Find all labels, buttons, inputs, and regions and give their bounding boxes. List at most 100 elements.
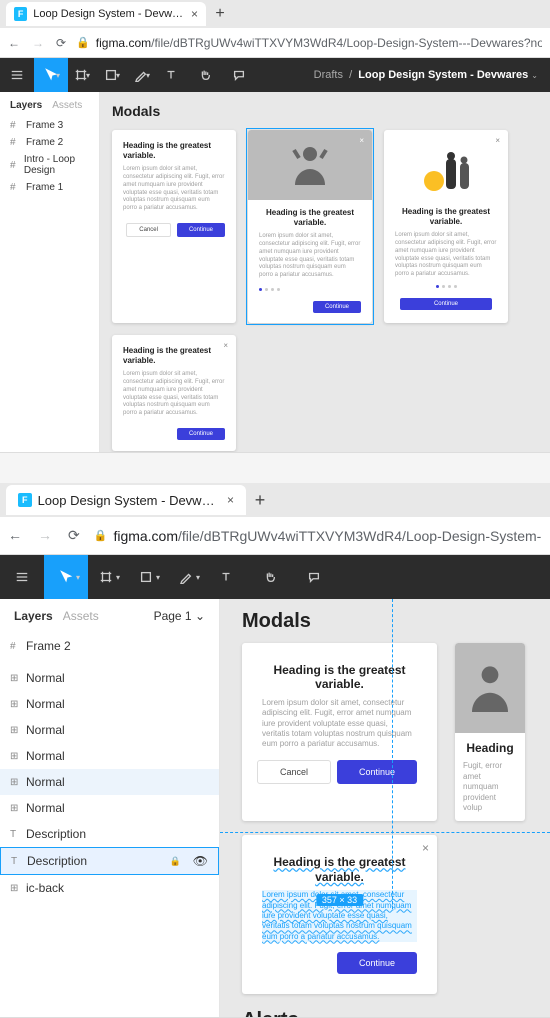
cancel-button[interactable]: Cancel bbox=[126, 223, 171, 237]
reload-icon[interactable]: ⟳ bbox=[56, 36, 66, 50]
frame-tool-icon[interactable] bbox=[64, 58, 98, 92]
modal-body: Lorem ipsum dolor sit amet, consectetur … bbox=[262, 698, 417, 750]
close-icon[interactable]: × bbox=[223, 341, 228, 350]
layer-item[interactable]: ⊞Normal bbox=[0, 691, 219, 717]
continue-button[interactable]: Continue bbox=[313, 301, 361, 313]
layers-tab[interactable]: Layers bbox=[14, 609, 53, 623]
modal-card[interactable]: Heading is the greatest variable. Lorem … bbox=[112, 130, 236, 323]
file-name[interactable]: Loop Design System - Devwares bbox=[358, 69, 528, 81]
carousel-dots bbox=[259, 288, 361, 291]
reload-icon[interactable]: ⟳ bbox=[68, 527, 80, 544]
chevron-down-icon[interactable]: ⌄ bbox=[531, 71, 538, 80]
shape-tool-icon[interactable] bbox=[94, 58, 128, 92]
continue-button[interactable]: Continue bbox=[337, 760, 417, 784]
layer-item[interactable]: ⊞Normal bbox=[0, 769, 219, 795]
url-path: /file/dBTRgUWv4wiTTXVYM3WdR4/Loop-Design… bbox=[178, 528, 542, 544]
close-icon[interactable]: × bbox=[359, 136, 364, 145]
menu-icon[interactable] bbox=[0, 555, 44, 599]
layer-item[interactable]: ⊞Normal bbox=[0, 717, 219, 743]
canvas[interactable]: Modals Heading is the greatest variable.… bbox=[220, 599, 550, 1017]
layer-item[interactable]: ⊞Normal bbox=[0, 795, 219, 821]
pen-tool-icon[interactable] bbox=[164, 555, 208, 599]
layer-frame2[interactable]: #Frame 2 bbox=[0, 633, 219, 659]
back-icon[interactable]: ← bbox=[8, 527, 22, 544]
visibility-icon[interactable]: 👁 bbox=[193, 854, 208, 868]
figma-favicon: F bbox=[18, 493, 32, 507]
layers-tab[interactable]: Layers bbox=[10, 100, 42, 111]
text-tool-icon[interactable] bbox=[204, 555, 248, 599]
chevron-down-icon[interactable]: ▾ bbox=[116, 71, 120, 80]
move-tool-icon[interactable] bbox=[34, 58, 68, 92]
continue-button[interactable]: Continue bbox=[337, 952, 417, 974]
chevron-down-icon[interactable]: ▾ bbox=[86, 71, 90, 80]
close-tab-icon[interactable]: × bbox=[227, 493, 234, 507]
modal-card-image[interactable]: Heading Fugit, error amet numquam provid… bbox=[455, 643, 525, 821]
breadcrumb[interactable]: Drafts / Loop Design System - Devwares ⌄ bbox=[302, 69, 550, 81]
hero-image bbox=[455, 643, 525, 733]
close-tab-icon[interactable]: × bbox=[191, 7, 198, 21]
address-bar[interactable]: 🔒 figma.com/file/dBTRgUWv4wiTTXVYM3WdR4/… bbox=[94, 528, 542, 544]
layer-frame1[interactable]: #Frame 1 bbox=[0, 179, 99, 196]
figma-favicon: F bbox=[14, 7, 27, 21]
modal-card-image[interactable]: × Heading is the greatest variable. Lore… bbox=[248, 130, 372, 323]
chevron-down-icon[interactable]: ▾ bbox=[196, 573, 200, 582]
new-tab-button[interactable]: + bbox=[210, 5, 230, 23]
continue-button[interactable]: Continue bbox=[177, 428, 225, 440]
modal-card[interactable]: × Heading is the greatest variable. Lore… bbox=[242, 835, 437, 994]
guide-horizontal bbox=[220, 832, 550, 833]
close-icon[interactable]: × bbox=[422, 841, 429, 855]
canvas[interactable]: Modals Heading is the greatest variable.… bbox=[100, 92, 550, 452]
chevron-down-icon[interactable]: ▾ bbox=[76, 573, 80, 582]
group-icon: ⊞ bbox=[10, 751, 20, 762]
modal-heading: Heading is the greatest variable. bbox=[395, 207, 497, 226]
layer-frame3[interactable]: #Frame 3 bbox=[0, 117, 99, 134]
chevron-down-icon[interactable]: ▾ bbox=[116, 573, 120, 582]
pen-tool-icon[interactable] bbox=[124, 58, 158, 92]
frame-icon: # bbox=[10, 160, 18, 171]
chevron-down-icon[interactable]: ▾ bbox=[156, 573, 160, 582]
text-tool-icon[interactable] bbox=[154, 58, 188, 92]
chevron-down-icon[interactable]: ▾ bbox=[56, 71, 60, 80]
modal-body: Lorem ipsum dolor sit amet, consectetur … bbox=[123, 371, 225, 418]
layer-description-selected[interactable]: T Description 🔒 👁 bbox=[0, 847, 219, 875]
browser-tab-bar: F Loop Design System - Devwares × + bbox=[0, 0, 550, 28]
modal-body: Fugit, error amet numquam provident volu… bbox=[463, 761, 517, 813]
browser-tab[interactable]: F Loop Design System - Devwares × bbox=[6, 485, 246, 515]
page-dropdown[interactable]: Page 1 ⌄ bbox=[154, 609, 205, 623]
close-icon[interactable]: × bbox=[495, 136, 500, 145]
modal-card-graphic[interactable]: × Heading is the greatest variable. Lore… bbox=[384, 130, 508, 323]
hand-tool-icon[interactable] bbox=[248, 555, 292, 599]
lock-icon[interactable]: 🔒 bbox=[170, 856, 181, 867]
new-tab-button[interactable]: + bbox=[250, 490, 270, 511]
layer-item[interactable]: ⊞Normal bbox=[0, 743, 219, 769]
move-tool-icon[interactable] bbox=[44, 555, 88, 599]
guide-vertical bbox=[392, 599, 393, 909]
continue-button[interactable]: Continue bbox=[400, 298, 492, 310]
continue-button[interactable]: Continue bbox=[177, 223, 225, 237]
cancel-button[interactable]: Cancel bbox=[257, 760, 331, 784]
layer-intro[interactable]: #Intro - Loop Design bbox=[0, 151, 99, 179]
forward-icon[interactable]: → bbox=[38, 527, 52, 544]
layer-icback[interactable]: ⊞ic-back bbox=[0, 875, 219, 901]
menu-icon[interactable] bbox=[0, 58, 34, 92]
assets-tab[interactable]: Assets bbox=[52, 100, 82, 111]
comment-tool-icon[interactable] bbox=[222, 58, 256, 92]
shape-tool-icon[interactable] bbox=[124, 555, 168, 599]
address-bar[interactable]: 🔒 figma.com/file/dBTRgUWv4wiTTXVYM3WdR4/… bbox=[76, 36, 542, 50]
frame-tool-icon[interactable] bbox=[84, 555, 128, 599]
browser-tab[interactable]: F Loop Design System - Devwares × bbox=[6, 2, 206, 26]
layer-description[interactable]: TDescription bbox=[0, 821, 219, 847]
layer-frame2[interactable]: #Frame 2 bbox=[0, 134, 99, 151]
modal-card[interactable]: × Heading is the greatest variable. Lore… bbox=[112, 335, 236, 451]
group-icon: ⊞ bbox=[10, 803, 20, 814]
assets-tab[interactable]: Assets bbox=[63, 609, 99, 623]
section-modals: Modals bbox=[112, 104, 538, 118]
chevron-down-icon[interactable]: ▾ bbox=[146, 71, 150, 80]
comment-tool-icon[interactable] bbox=[292, 555, 336, 599]
modal-card[interactable]: Heading is the greatest variable. Lorem … bbox=[242, 643, 437, 821]
layer-item[interactable]: ⊞Normal bbox=[0, 665, 219, 691]
back-icon[interactable]: ← bbox=[8, 36, 20, 50]
drafts-link[interactable]: Drafts bbox=[314, 69, 343, 81]
hand-tool-icon[interactable] bbox=[188, 58, 222, 92]
forward-icon[interactable]: → bbox=[32, 36, 44, 50]
